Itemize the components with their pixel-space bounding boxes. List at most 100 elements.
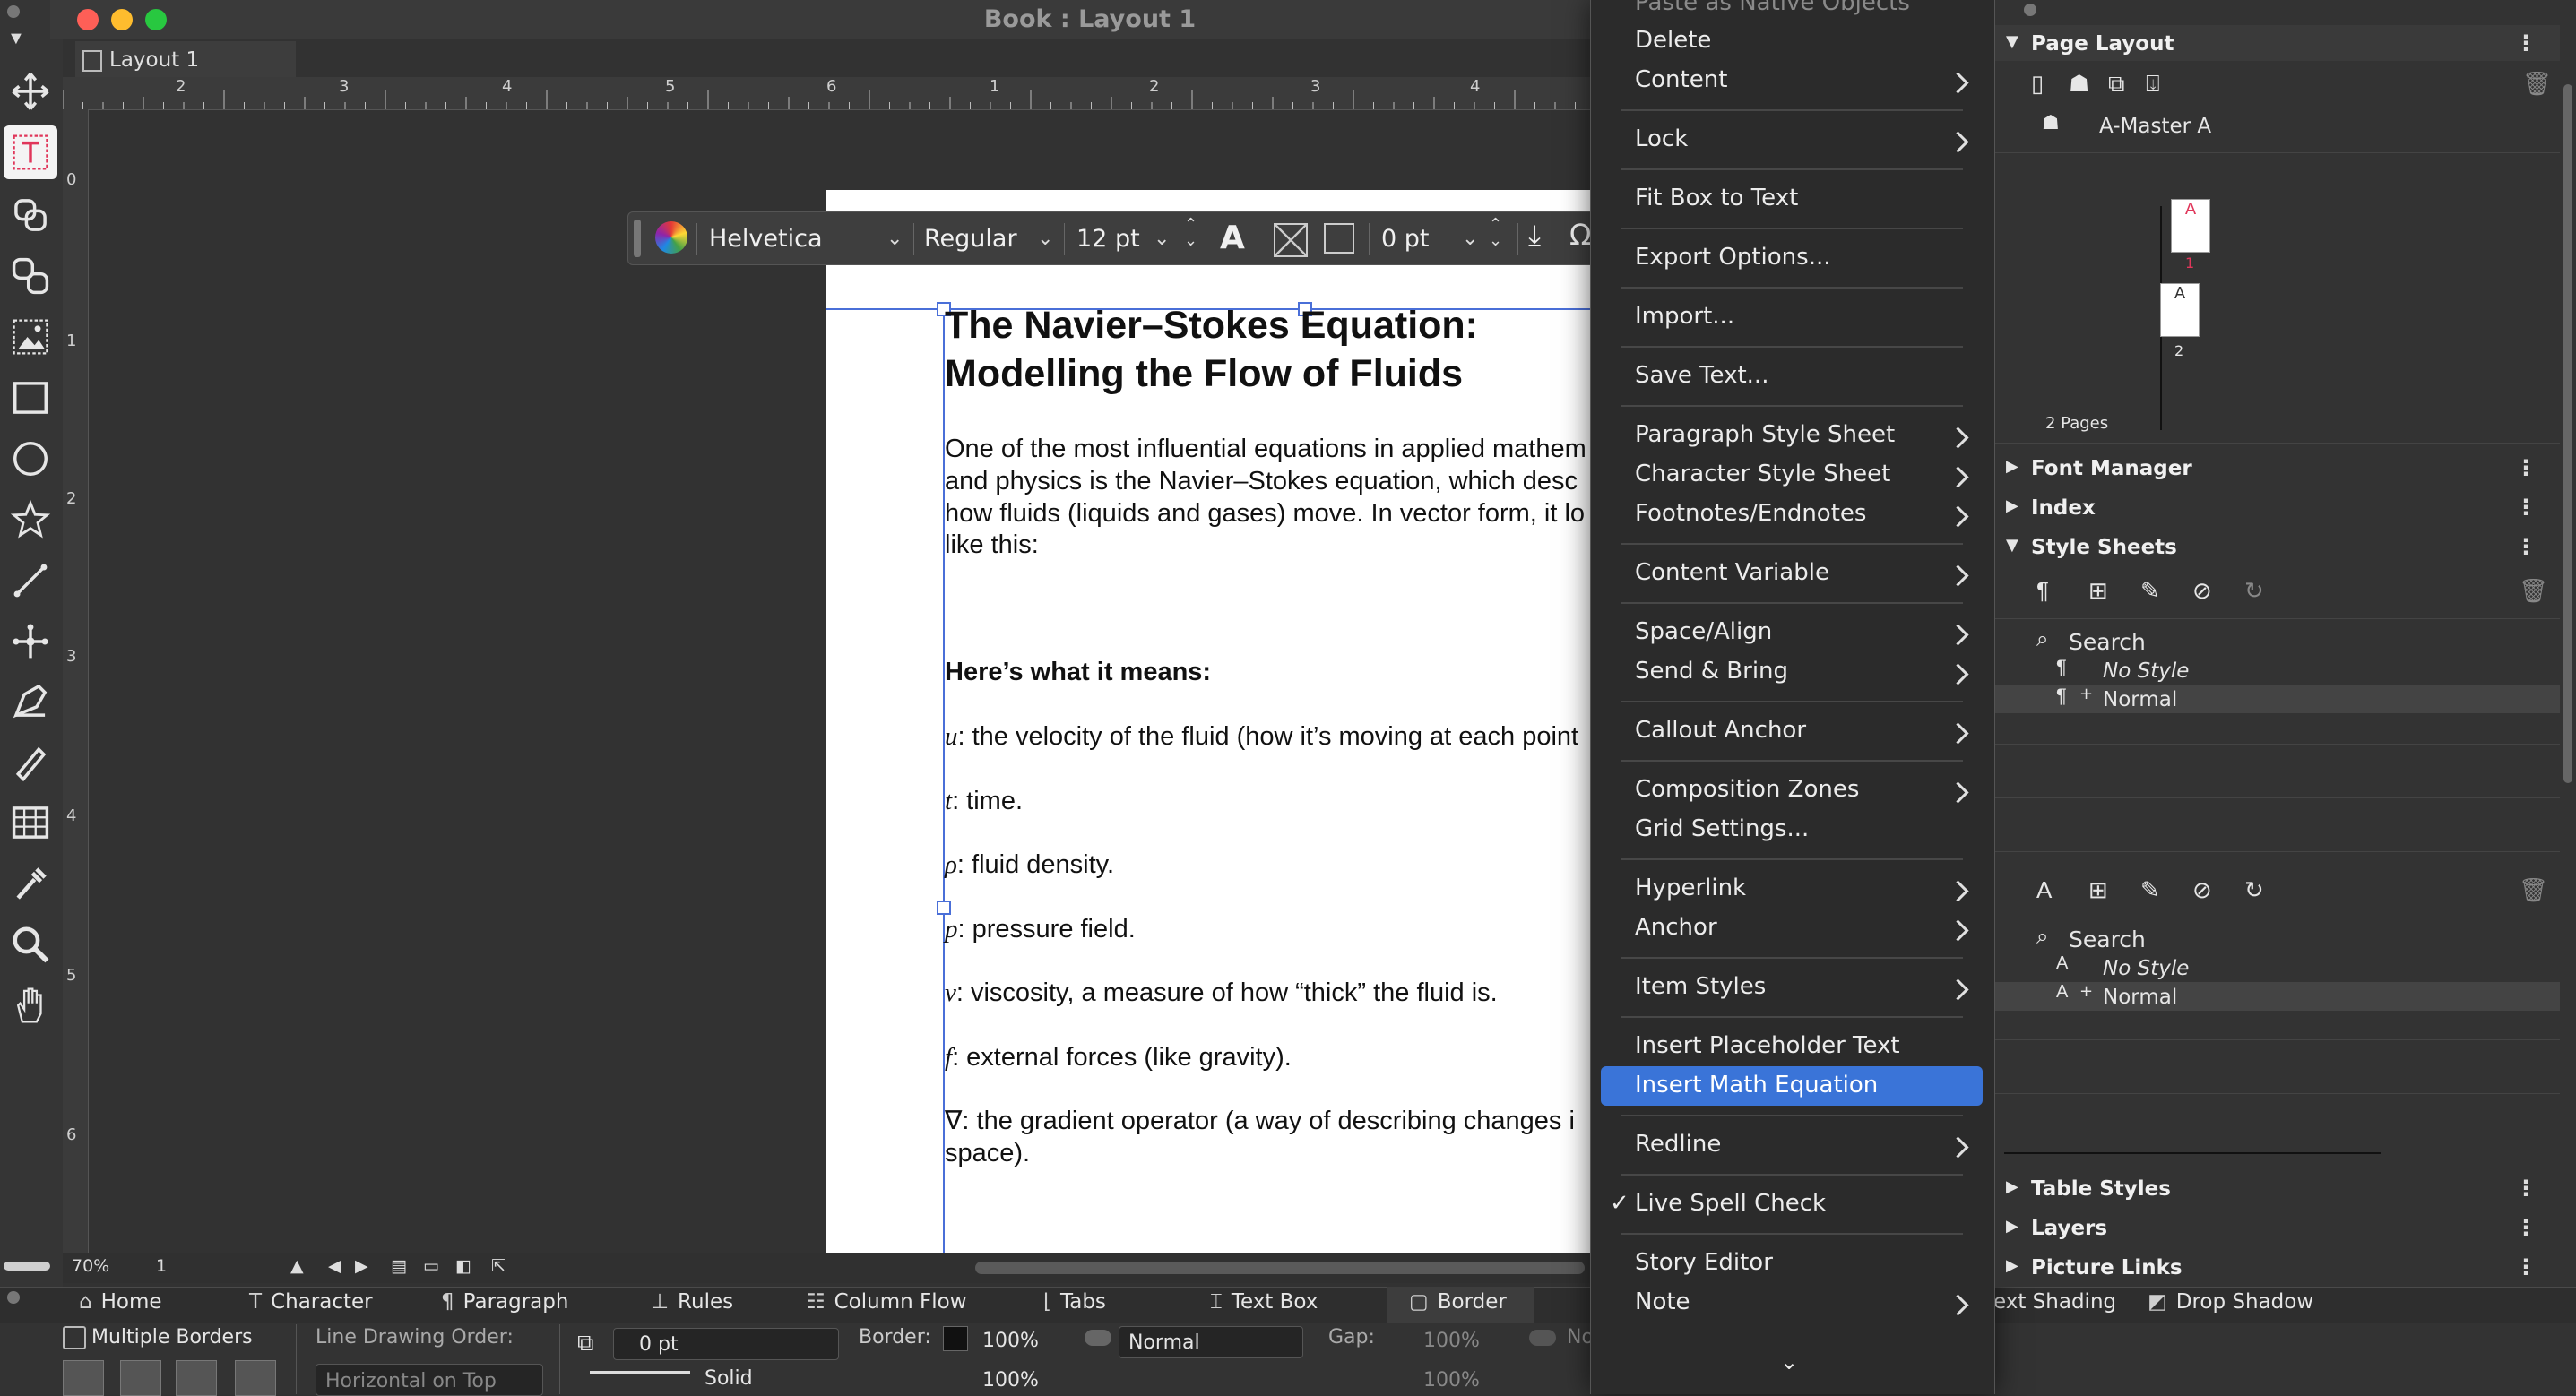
border-shade[interactable]: 100% [982,1369,1039,1392]
font-family-field[interactable]: Helvetica [709,225,822,253]
menu-item-space-align[interactable]: Space/Align [1635,618,1772,645]
tab-column-flow[interactable]: ☷ Column Flow [807,1290,967,1314]
zoom-level[interactable]: 70% [72,1256,109,1276]
palette-collapse-icon[interactable]: ▼ [7,29,25,49]
blend-mode-select[interactable]: Normal [1119,1326,1303,1358]
trash-icon[interactable]: 🗑 [2519,876,2548,904]
paragraph-style-no-style[interactable]: No Style [2103,659,2189,683]
table-styles-header[interactable]: ▶ Table Styles ⋮ [1995,1170,2560,1206]
chevron-down-icon[interactable]: ⌄ [1154,227,1170,250]
linking-tool-icon[interactable] [4,188,57,242]
document-title[interactable]: The Navier–Stokes Equation: [945,301,1478,349]
menu-item-save-text[interactable]: Save Text... [1635,362,1768,389]
font-style-field[interactable]: Regular [924,225,1017,253]
border-side-right-button[interactable] [235,1360,276,1396]
menu-item-item-styles[interactable]: Item Styles [1635,973,1766,1000]
tab-drop-shadow[interactable]: ◩ Drop Shadow [2148,1290,2313,1314]
menu-item-insert-math-equation[interactable]: Insert Math Equation [1635,1072,1878,1099]
menu-item-send-bring[interactable]: Send & Bring [1635,658,1788,685]
tab-home[interactable]: ⌂ Home [79,1290,162,1314]
menu-item-export-options[interactable]: Export Options... [1635,244,1831,271]
document-subtitle[interactable]: Modelling the Flow of Fluids [945,349,1463,398]
master-page-icon[interactable]: ☗ [2069,70,2089,98]
duplicate-style-icon[interactable]: ⊘ [2192,577,2212,605]
split-horizontal-icon[interactable]: ▭ [423,1256,439,1276]
multiple-borders-checkbox[interactable] [63,1326,86,1349]
edit-style-icon[interactable]: ✎ [2140,876,2160,904]
new-character-style-icon[interactable]: A [2036,876,2052,904]
special-character-icon[interactable]: Ω [1569,218,1591,252]
no-fill-icon[interactable] [1274,223,1308,257]
section-heading[interactable]: Here’s what it means: [945,658,1211,687]
picture-content-tool-icon[interactable] [4,310,57,364]
horizontal-scrollbar[interactable] [975,1262,1585,1274]
page-layout-header[interactable]: ▼ Page Layout ⋮ [1995,25,2560,61]
freehand-pen-icon[interactable] [4,735,57,788]
tab-text-box[interactable]: ⌶ Text Box [1210,1290,1318,1314]
menu-scroll-down-icon[interactable]: ⌄ [1780,1349,1798,1374]
master-name[interactable]: A-Master A [2099,115,2211,138]
menu-item-callout-anchor[interactable]: Callout Anchor [1635,717,1806,744]
menu-item-character-style-sheet[interactable]: Character Style Sheet [1635,461,1890,487]
menu-item-redline[interactable]: Redline [1635,1131,1721,1158]
page-thumbnail-2[interactable]: A [2160,283,2200,337]
panel-menu-icon[interactable]: ⋮ [2515,1254,2537,1280]
menu-item-hyperlink[interactable]: Hyperlink [1635,875,1746,901]
tab-character[interactable]: T Character [249,1290,373,1314]
menu-item-insert-placeholder-text[interactable]: Insert Placeholder Text [1635,1032,1900,1059]
stepper-arrows-icon[interactable]: ⌃ ⌄ [1184,216,1197,248]
trash-icon[interactable]: 🗑 [2522,70,2552,98]
term-definition[interactable]: ∇: the gradient operator (a way of descr… [945,1106,1575,1137]
oval-box-tool-icon[interactable] [4,432,57,486]
palette-close-dot[interactable] [7,5,20,18]
palette-close-dot[interactable] [2024,4,2036,16]
character-style-no-style[interactable]: No Style [2103,957,2189,980]
eyedropper-icon[interactable] [4,857,57,910]
line-tool-icon[interactable] [4,554,57,608]
trash-icon[interactable]: 🗑 [2519,577,2548,605]
refresh-icon[interactable]: ↻ [2244,577,2264,605]
insert-page-icon[interactable]: ⍗ [2146,70,2160,99]
rectangle-box-tool-icon[interactable] [4,371,57,425]
line-drawing-order-select[interactable]: Horizontal on Top [316,1364,543,1396]
tab-tabs[interactable]: ⌊ Tabs [1043,1290,1106,1314]
export-icon[interactable]: ⇱ [491,1256,506,1276]
new-group-icon[interactable]: ⊞ [2088,577,2108,605]
menu-item-fit-box-to-text[interactable]: Fit Box to Text [1635,185,1798,211]
picture-links-header[interactable]: ▶ Picture Links ⋮ [1995,1249,2560,1285]
toolbar-drag-handle[interactable] [634,220,641,257]
stroke-width-field[interactable]: 0 pt [1381,225,1430,253]
font-size-field[interactable]: 12 pt [1076,225,1140,253]
stroke-color-icon[interactable] [1324,223,1354,254]
style-sheets-header[interactable]: ▼ Style Sheets ⋮ [1995,529,2560,564]
resize-handle[interactable] [937,901,951,915]
select-point-tool-icon[interactable] [4,615,57,668]
table-tool-icon[interactable] [4,796,57,849]
horizontal-ruler[interactable]: 2 3 4 5 6 1 2 3 4 [63,77,1592,110]
intro-line[interactable]: like this: [945,530,1039,561]
duplicate-page-icon[interactable]: ⧉ [2108,70,2125,99]
duplicate-style-icon[interactable]: ⊘ [2192,876,2212,904]
panel-menu-icon[interactable]: ⋮ [2515,1215,2537,1240]
chevron-down-icon[interactable]: ⌄ [886,227,903,250]
refresh-icon[interactable]: ↻ [2244,876,2264,904]
overprint-toggle[interactable] [1085,1330,1111,1346]
tool-palette-handle[interactable] [4,1262,50,1271]
term-definition[interactable]: ν: viscosity, a measure of how “thick” t… [945,978,1498,1009]
split-vertical-icon[interactable]: ◧ [455,1256,471,1276]
panel-menu-icon[interactable]: ⋮ [2515,1176,2537,1201]
blank-page-icon[interactable]: ▯ [2031,70,2044,98]
page-thumbnail-1[interactable]: A [2171,199,2210,253]
intro-line[interactable]: how fluids (liquids and gases) move. In … [945,498,1585,530]
menu-item-live-spell-check[interactable]: Live Spell Check [1635,1190,1826,1217]
intro-line[interactable]: and physics is the Navier–Stokes equatio… [945,466,1578,497]
menu-item-delete[interactable]: Delete [1635,27,1711,54]
tab-paragraph[interactable]: ¶ Paragraph [441,1290,568,1314]
edit-style-icon[interactable]: ✎ [2140,577,2160,605]
term-definition[interactable]: f: external forces (like gravity). [945,1042,1292,1073]
text-content-tool-icon[interactable] [4,125,57,179]
chevron-down-icon[interactable]: ⌄ [1462,227,1478,250]
menu-item-paragraph-style-sheet[interactable]: Paragraph Style Sheet [1635,421,1895,448]
page-number[interactable]: 1 [156,1256,167,1276]
view-mode-icon[interactable]: ▤ [391,1256,407,1276]
